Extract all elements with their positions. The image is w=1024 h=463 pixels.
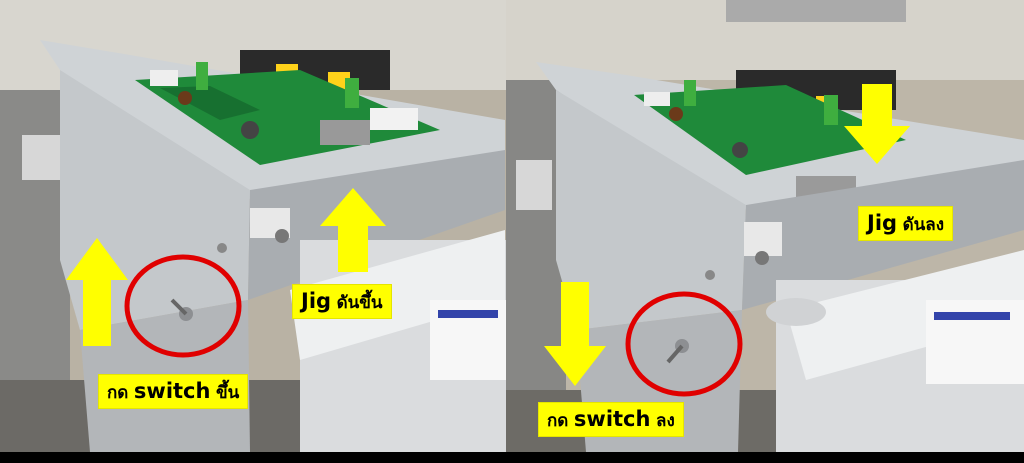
arrow-up-icon <box>320 188 386 272</box>
arrow-up-icon <box>66 238 128 346</box>
arrow-down-icon <box>844 84 910 164</box>
bottom-border <box>0 452 1024 463</box>
photo-switch-up: กด switch ขึ้น Jig ดันขึ้น <box>0 0 506 452</box>
jig-down-label: Jig ดันลง <box>858 206 954 242</box>
switch-up-label: กด switch ขึ้น <box>98 374 249 410</box>
jig-up-label: Jig ดันขึ้น <box>292 284 392 320</box>
switch-highlight-circle <box>124 254 242 358</box>
photo-switch-down: กด switch ลง Jig ดันลง <box>506 0 1024 452</box>
arrow-down-icon <box>544 282 606 386</box>
switch-down-label: กด switch ลง <box>538 402 684 438</box>
